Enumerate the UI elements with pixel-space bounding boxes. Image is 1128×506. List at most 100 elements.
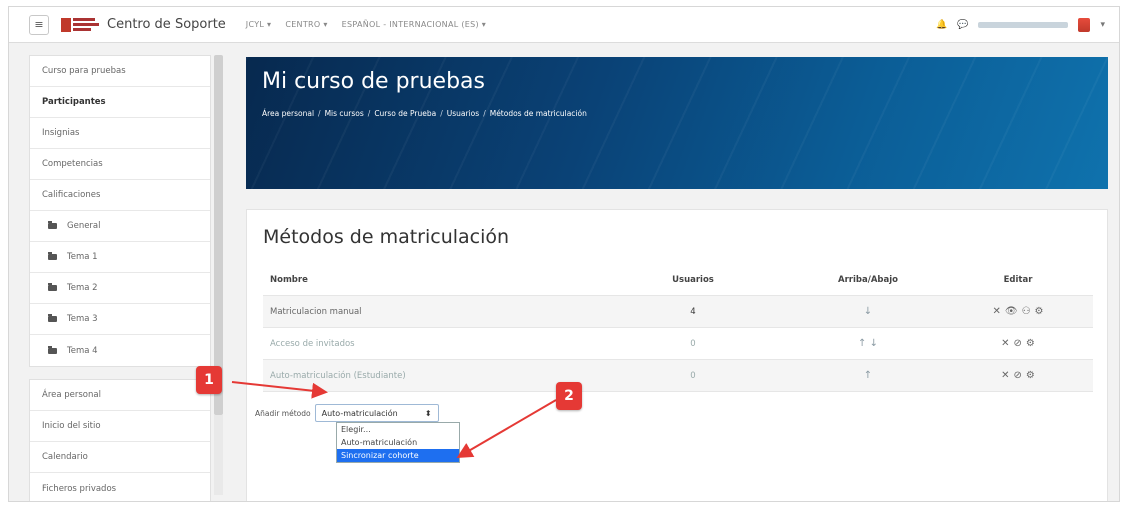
sidebar-item-label: Tema 4 — [67, 345, 98, 356]
table-header: Nombre Usuarios Arriba/Abajo Editar — [263, 264, 1093, 296]
sidebar-item-curso-para-pruebas[interactable]: Curso para pruebas — [30, 56, 210, 87]
annotation-badge-1: 1 — [196, 366, 222, 394]
move-controls: ↑ — [793, 370, 943, 381]
site-name[interactable]: Centro de Soporte — [107, 17, 226, 32]
sidebar-item-label: Tema 1 — [67, 252, 98, 262]
delete-icon[interactable]: ✕ — [992, 306, 1000, 317]
sidebar-item-tema-2[interactable]: Tema 2 — [30, 273, 210, 304]
sidebar-item-calendario[interactable]: Calendario — [30, 442, 210, 473]
delete-icon[interactable]: ✕ — [1001, 338, 1009, 349]
dropdown-option-elegir[interactable]: Elegir... — [337, 423, 459, 436]
sidebar-item-competencias[interactable]: Competencias — [30, 149, 210, 180]
method-user-count: 0 — [690, 370, 696, 381]
top-navbar: ≡ Centro de Soporte JCYL ▾ CENTRO ▾ ESPA… — [9, 7, 1119, 43]
sidebar-item-label: Insignias — [42, 128, 80, 138]
method-name: Auto-matriculación (Estudiante) — [270, 370, 406, 381]
eye-icon[interactable]: 👁 — [1005, 306, 1018, 317]
folder-icon — [48, 221, 57, 229]
column-header-edit: Editar — [1003, 274, 1033, 285]
gear-icon[interactable]: ⚙ — [1026, 338, 1035, 349]
move-controls: ↓ — [793, 306, 943, 317]
sidebar-item-label: Participantes — [42, 97, 106, 107]
enrolment-methods-table: Nombre Usuarios Arriba/Abajo Editar Matr… — [263, 264, 1093, 392]
sidebar-item-tema-3[interactable]: Tema 3 — [30, 304, 210, 335]
breadcrumb-item-my-courses[interactable]: Mis cursos — [325, 109, 364, 118]
breadcrumb: Área personal / Mis cursos / Curso de Prue… — [262, 109, 587, 118]
table-row: Acceso de invitados 0 ↑ ↓ ✕ ⊘ ⚙ — [263, 328, 1093, 360]
sidebar-item-label: Curso para pruebas — [42, 66, 126, 76]
table-row: Matriculacion manual 4 ↓ ✕ 👁 ⚇ ⚙ — [263, 296, 1093, 328]
notification-bell-icon[interactable]: 🔔 — [936, 20, 947, 30]
table-row: Auto-matriculación (Estudiante) 0 ↑ ✕ ⊘ ⚙ — [263, 360, 1093, 392]
breadcrumb-item-users[interactable]: Usuarios — [447, 109, 479, 118]
column-header-users: Usuarios — [672, 274, 714, 285]
sidebar-item-label: Competencias — [42, 159, 103, 169]
select-value: Auto-matriculación — [321, 408, 398, 418]
method-name: Acceso de invitados — [270, 338, 355, 349]
folder-icon — [48, 345, 57, 354]
eye-slash-icon[interactable]: ⊘ — [1014, 370, 1022, 381]
sidebar-item-label: Tema 2 — [67, 283, 98, 293]
avatar[interactable] — [1078, 17, 1091, 32]
course-header-banner: Mi curso de pruebas Área personal / Mis c… — [246, 57, 1108, 189]
sidebar-item-label: Calificaciones — [42, 190, 101, 200]
add-method-label: Añadir método — [255, 408, 311, 418]
sidebar-item-ficheros-privados[interactable]: Ficheros privados — [30, 473, 210, 501]
sidebar-item-inicio-del-sitio[interactable]: Inicio del sitio — [30, 411, 210, 442]
breadcrumb-item-enrolment-methods[interactable]: Métodos de matriculación — [490, 109, 587, 118]
edit-controls: ✕ 👁 ⚇ ⚙ — [943, 306, 1093, 317]
sidebar-item-tema-1[interactable]: Tema 1 — [30, 242, 210, 273]
sidebar-scrollbar[interactable] — [214, 55, 223, 415]
breadcrumb-item-course[interactable]: Curso de Prueba — [374, 109, 436, 118]
edit-controls: ✕ ⊘ ⚙ — [943, 370, 1093, 381]
app-window: ≡ Centro de Soporte JCYL ▾ CENTRO ▾ ESPA… — [8, 6, 1120, 502]
sidebar-item-area-personal[interactable]: Área personal — [30, 380, 210, 411]
sidebar-item-tema-4[interactable]: Tema 4 — [30, 335, 210, 366]
move-arrow-icon[interactable]: ↑ ↓ — [858, 338, 878, 349]
menu-language[interactable]: ESPAÑOL - INTERNACIONAL (ES) ▾ — [342, 20, 486, 29]
sidebar-item-calificaciones[interactable]: Calificaciones — [30, 180, 210, 211]
select-arrows-icon: ⬍ — [424, 408, 432, 418]
method-user-count: 0 — [690, 338, 696, 349]
edit-controls: ✕ ⊘ ⚙ — [943, 338, 1093, 349]
move-arrow-icon[interactable]: ↑ — [864, 370, 872, 381]
menu-toggle-button[interactable]: ≡ — [29, 14, 49, 35]
method-user-count: 4 — [690, 306, 696, 317]
sidebar-item-participantes[interactable]: Participantes — [30, 87, 210, 118]
sidebar-item-label: Ficheros privados — [42, 483, 117, 494]
jcyl-logo[interactable] — [61, 17, 99, 32]
add-method-dropdown: Elegir... Auto-matriculación Sincronizar c… — [336, 422, 460, 463]
sidebar-course-group: Curso para pruebas Participantes Insignias… — [29, 55, 211, 367]
method-name: Matriculacion manual — [270, 306, 362, 317]
sidebar-scroll-track[interactable] — [214, 415, 223, 495]
dropdown-option-auto-matriculacion[interactable]: Auto-matriculación — [337, 436, 459, 449]
sidebar-item-label: Inicio del sitio — [42, 421, 101, 431]
sidebar-item-insignias[interactable]: Insignias — [30, 118, 210, 149]
add-method-select[interactable]: Auto-matriculación ⬍ — [314, 404, 439, 422]
gear-icon[interactable]: ⚙ — [1026, 370, 1035, 381]
sidebar-item-label: Tema 3 — [67, 314, 98, 324]
message-icon[interactable]: 💬 — [957, 20, 968, 30]
add-method-row: Añadir método Auto-matriculación ⬍ — [255, 404, 439, 422]
sidebar-item-label: Calendario — [42, 452, 88, 462]
sidebar-site-group: Área personal Inicio del sitio Calendario F… — [29, 379, 211, 501]
dropdown-option-sincronizar-cohorte[interactable]: Sincronizar cohorte — [337, 449, 459, 462]
menu-jcyl[interactable]: JCYL ▾ — [246, 20, 272, 29]
gear-icon[interactable]: ⚙ — [1035, 306, 1044, 317]
user-name-blurred[interactable] — [978, 21, 1069, 28]
folder-icon — [48, 314, 57, 322]
user-area: 🔔 💬 ▾ — [936, 17, 1105, 32]
eye-slash-icon[interactable]: ⊘ — [1014, 338, 1022, 349]
sidebar-item-general[interactable]: General — [30, 211, 210, 242]
chevron-down-icon[interactable]: ▾ — [1100, 20, 1105, 30]
breadcrumb-item-home[interactable]: Área personal — [262, 109, 314, 118]
column-header-name: Nombre — [270, 274, 308, 285]
enrol-users-icon[interactable]: ⚇ — [1022, 306, 1031, 317]
move-arrow-icon[interactable]: ↓ — [864, 306, 872, 317]
delete-icon[interactable]: ✕ — [1001, 370, 1009, 381]
nav-menus: JCYL ▾ CENTRO ▾ ESPAÑOL - INTERNACIONAL … — [246, 20, 486, 29]
folder-icon — [48, 283, 57, 291]
folder-icon — [48, 252, 57, 260]
menu-centro[interactable]: CENTRO ▾ — [285, 20, 327, 29]
page-title: Métodos de matriculación — [263, 226, 510, 248]
